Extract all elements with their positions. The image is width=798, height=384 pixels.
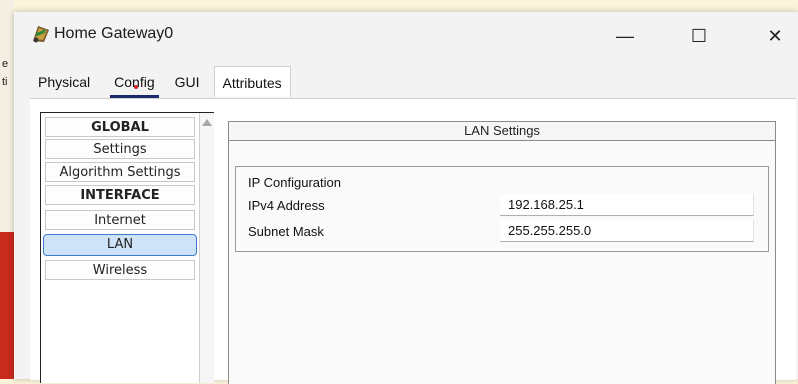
- tab-config[interactable]: Config: [106, 66, 162, 98]
- sidebar-scrollbar[interactable]: [199, 113, 214, 383]
- minimize-button[interactable]: —: [602, 18, 648, 54]
- close-button[interactable]: ✕: [752, 18, 798, 54]
- scroll-up-icon[interactable]: [202, 119, 212, 126]
- background-text: e: [2, 58, 9, 70]
- sidebar-item-lan[interactable]: LAN: [43, 234, 197, 256]
- close-icon: ✕: [767, 25, 783, 46]
- sidebar-header-interface: INTERFACE: [45, 185, 195, 205]
- window-title: Home Gateway0: [54, 25, 174, 42]
- settings-sidebar: GLOBAL Settings Algorithm Settings INTER…: [40, 112, 214, 383]
- lan-settings-header: LAN Settings: [229, 122, 775, 141]
- background-red-area: [0, 232, 14, 379]
- title-bar[interactable]: Home Gateway0 — ☐ ✕: [14, 12, 798, 58]
- ipv4-address-input[interactable]: 192.168.25.1: [500, 194, 754, 216]
- router-icon: [30, 23, 52, 45]
- tab-attributes[interactable]: Attributes: [213, 66, 291, 97]
- sidebar-item-wireless[interactable]: Wireless: [45, 260, 195, 280]
- tab-physical[interactable]: Physical: [30, 66, 98, 96]
- background-text: ti: [2, 76, 8, 88]
- sidebar-item-settings[interactable]: Settings: [45, 139, 195, 159]
- ip-configuration-group: IP Configuration IPv4 Address 192.168.25…: [235, 166, 769, 252]
- lan-settings-panel: LAN Settings IP Configuration IPv4 Addre…: [228, 121, 776, 384]
- maximize-button[interactable]: ☐: [676, 18, 722, 54]
- sidebar-header-global: GLOBAL: [45, 117, 195, 137]
- ipv4-address-label: IPv4 Address: [248, 198, 325, 213]
- subnet-mask-input[interactable]: 255.255.255.0: [500, 220, 754, 242]
- ip-configuration-title: IP Configuration: [248, 175, 341, 190]
- sidebar-item-algorithm-settings[interactable]: Algorithm Settings: [45, 162, 195, 182]
- maximize-icon: ☐: [690, 25, 708, 46]
- config-content: GLOBAL Settings Algorithm Settings INTER…: [30, 98, 796, 384]
- subnet-mask-label: Subnet Mask: [248, 224, 324, 239]
- tab-gui[interactable]: GUI: [167, 66, 208, 96]
- minimize-icon: —: [616, 25, 634, 46]
- home-gateway-window: Home Gateway0 — ☐ ✕ Physical Config GUI …: [14, 12, 798, 384]
- tab-bar: Physical Config GUI Attributes: [30, 66, 291, 98]
- sidebar-item-internet[interactable]: Internet: [45, 210, 195, 230]
